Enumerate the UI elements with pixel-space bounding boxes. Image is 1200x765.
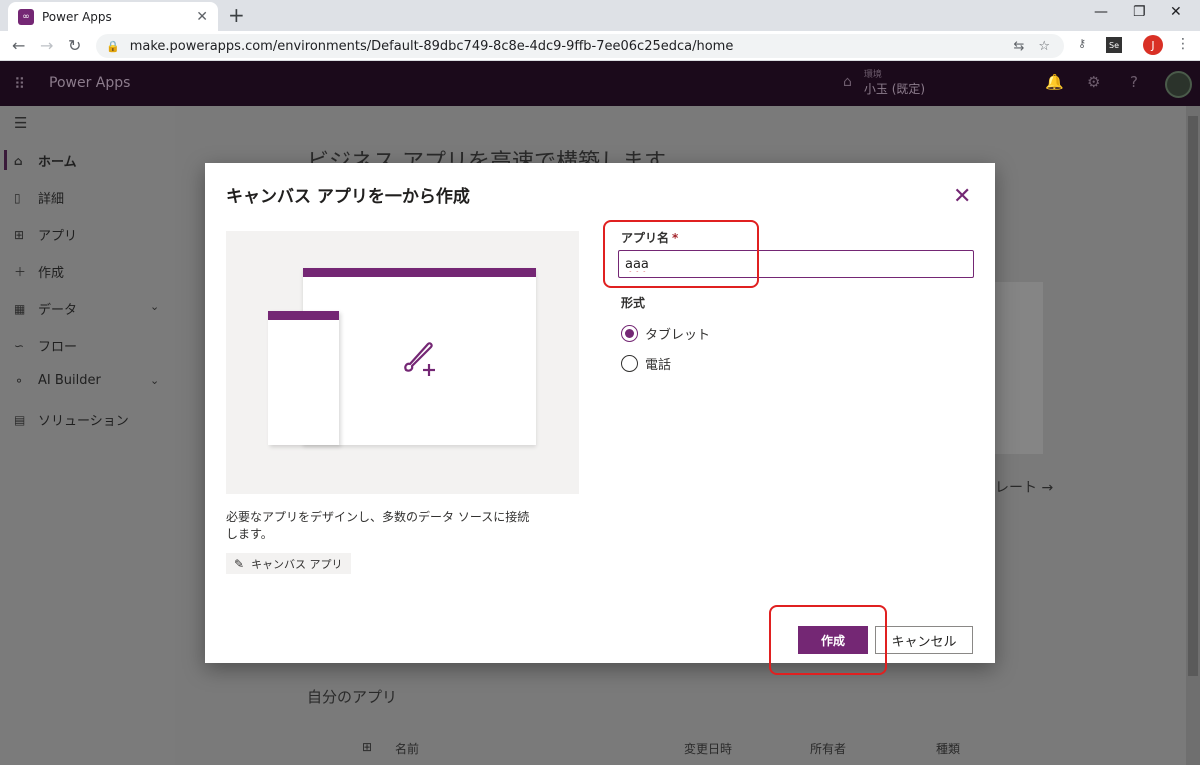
environment-label: 環境 — [863, 70, 882, 80]
background-card — [995, 282, 1043, 454]
paintbrush-plus-icon — [404, 342, 435, 376]
radio-label: 電話 — [645, 358, 672, 373]
app-brand: Power Apps — [49, 75, 131, 91]
sidebar-item-label: ソリューション — [38, 414, 129, 429]
column-header-name[interactable]: 名前 — [395, 740, 419, 757]
cancel-button[interactable]: キャンセル — [875, 626, 973, 654]
apps-icon: ⊞ — [14, 227, 25, 242]
format-label: 形式 — [621, 296, 646, 310]
ai-builder-icon: ⚬ — [14, 373, 25, 388]
sidebar-item-label: データ — [38, 303, 78, 318]
browser-menu-icon[interactable]: ⋮ — [1176, 36, 1190, 52]
dialog-title: キャンバス アプリを一から作成 — [226, 187, 470, 207]
profile-avatar[interactable]: J — [1143, 35, 1163, 55]
format-tablet-radio[interactable]: タブレット — [621, 324, 710, 343]
forward-icon[interactable]: → — [40, 36, 53, 55]
reload-icon[interactable]: ↻ — [68, 36, 81, 55]
sidebar-item-label: AI Builder — [38, 373, 101, 388]
sidebar-item-flows[interactable]: ∽ フロー — [14, 336, 78, 356]
sidebar-item-label: フロー — [38, 340, 78, 355]
column-header-type[interactable]: 種類 — [936, 740, 960, 757]
powerapps-favicon-icon: ∞ — [18, 8, 34, 25]
chevron-down-icon[interactable]: ⌄ — [150, 374, 159, 387]
home-icon: ⌂ — [14, 153, 23, 168]
column-header-owner[interactable]: 所有者 — [810, 740, 846, 757]
browser-tab-bar: ∞ Power Apps ✕ + — ❐ ✕ — [0, 0, 1200, 31]
active-indicator — [4, 150, 7, 170]
close-icon[interactable]: ✕ — [953, 186, 971, 208]
sidebar-item-label: 詳細 — [38, 192, 65, 207]
hamburger-menu-icon[interactable]: ☰ — [14, 114, 27, 132]
sidebar-item-ai-builder[interactable]: ⚬ AI Builder — [14, 373, 101, 388]
user-avatar[interactable] — [1165, 71, 1192, 98]
canvas-app-tag: ✎ キャンバス アプリ — [226, 553, 351, 574]
radio-label: タブレット — [645, 328, 711, 343]
close-tab-icon[interactable]: ✕ — [196, 9, 208, 25]
back-icon[interactable]: ← — [12, 36, 25, 55]
table-icon: ▦ — [14, 301, 26, 316]
restore-icon[interactable]: ❐ — [1133, 4, 1146, 20]
radio-selected-icon — [621, 325, 638, 342]
sidebar-item-solutions[interactable]: ▤ ソリューション — [14, 410, 129, 430]
sidebar-item-apps[interactable]: ⊞ アプリ — [14, 225, 78, 245]
translate-icon[interactable]: ⇆ — [1013, 39, 1024, 54]
book-icon: ▯ — [14, 190, 21, 205]
templates-link[interactable]: レート → — [995, 477, 1053, 497]
url-text: make.powerapps.com/environments/Default-… — [129, 38, 734, 54]
sidebar-item-create[interactable]: ＋ 作成 — [14, 262, 64, 281]
annotation-highlight-app-name — [603, 220, 759, 288]
my-apps-heading: 自分のアプリ — [307, 688, 398, 706]
dialog-description: 必要なアプリをデザインし、多数のデータ ソースに接続します。 — [226, 510, 530, 541]
sidebar-item-label: ホーム — [38, 155, 77, 170]
lock-icon: 🔒 — [106, 39, 120, 53]
solution-icon: ▤ — [14, 412, 26, 427]
flow-icon: ∽ — [14, 338, 25, 353]
environment-name: 小玉 (既定) — [863, 82, 926, 96]
plus-icon: ＋ — [14, 265, 27, 279]
create-canvas-app-dialog: キャンバス アプリを一から作成 ✕ 必要なアプリをデザインし、多数のデータ ソー… — [205, 163, 995, 663]
pen-icon: ✎ — [234, 556, 245, 571]
gear-icon[interactable]: ⚙ — [1087, 73, 1100, 91]
minimize-icon[interactable]: — — [1094, 4, 1108, 20]
waffle-icon[interactable]: ⠿ — [14, 75, 25, 93]
environment-icon: ⌂ — [843, 74, 852, 90]
close-window-icon[interactable]: ✕ — [1170, 4, 1182, 20]
annotation-highlight-create — [769, 605, 887, 675]
address-bar-row: ← → ↻ 🔒 make.powerapps.com/environments/… — [0, 31, 1200, 61]
new-tab-icon[interactable]: + — [228, 3, 245, 27]
sidebar-item-data[interactable]: ▦ データ — [14, 299, 78, 319]
tab-title: Power Apps — [42, 9, 112, 24]
bookmark-star-icon[interactable]: ☆ — [1038, 39, 1050, 54]
column-type-icon: ⊞ — [362, 740, 373, 754]
column-header-modified[interactable]: 変更日時 — [684, 740, 732, 757]
canvas-app-illustration — [226, 231, 579, 494]
url-omnibox[interactable]: 🔒 make.powerapps.com/environments/Defaul… — [96, 34, 1064, 58]
bell-icon[interactable]: 🔔 — [1045, 73, 1064, 91]
phone-window-illustration — [268, 311, 339, 445]
environment-picker[interactable]: ⌂ 環境 小玉 (既定) — [843, 67, 925, 97]
selenium-extension-icon[interactable]: Se — [1106, 37, 1122, 53]
format-phone-radio[interactable]: 電話 — [621, 354, 671, 373]
extension-key-icon[interactable]: ⚷ — [1078, 37, 1086, 50]
sidebar-item-home[interactable]: ⌂ ホーム — [14, 151, 77, 171]
sidebar-item-label: 作成 — [38, 266, 65, 281]
app-header: ⠿ Power Apps ⌂ 環境 小玉 (既定) 🔔 ⚙ ? — [0, 61, 1200, 106]
radio-unselected-icon — [621, 355, 638, 372]
sidebar-item-label: アプリ — [38, 229, 78, 244]
scrollbar-thumb[interactable] — [1188, 116, 1198, 676]
browser-tab[interactable]: ∞ Power Apps ✕ — [8, 2, 218, 31]
chevron-down-icon[interactable]: ⌄ — [150, 300, 159, 313]
help-icon[interactable]: ? — [1130, 73, 1138, 91]
page-scrollbar[interactable] — [1186, 106, 1200, 765]
tag-label: キャンバス アプリ — [251, 557, 343, 571]
sidebar-item-learn[interactable]: ▯ 詳細 — [14, 188, 65, 208]
